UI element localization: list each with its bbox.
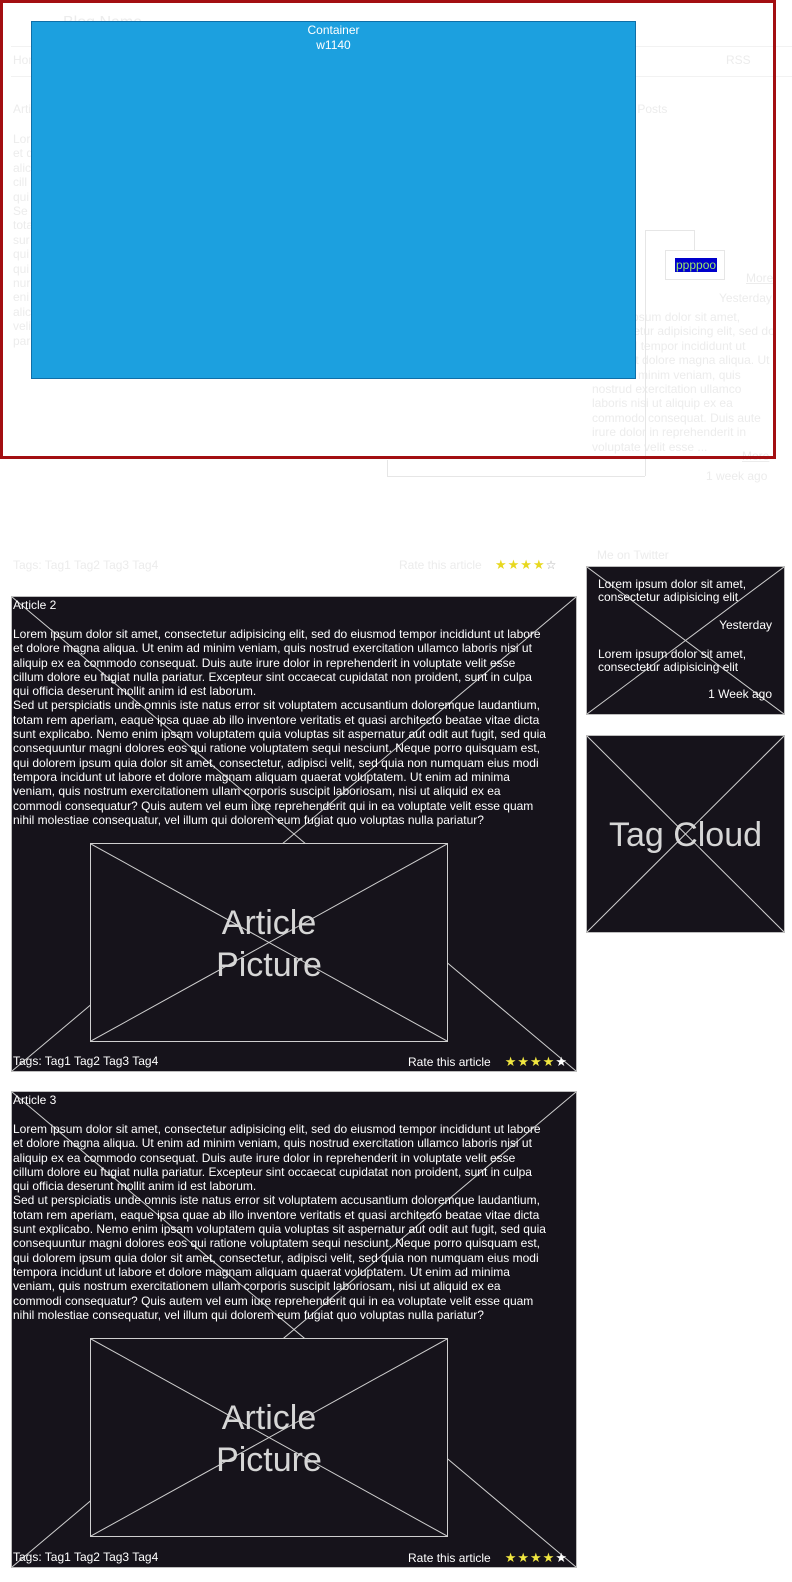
star-empty-icon[interactable]: ★ <box>555 1054 568 1069</box>
article-tags: Tags: Tag1 Tag2 Tag3 Tag4 <box>13 558 159 572</box>
connector-arrow <box>387 460 388 476</box>
article-title: Article 3 <box>13 1093 57 1107</box>
article-title: Article 2 <box>13 598 57 612</box>
article-picture: Article Picture <box>90 1338 448 1537</box>
rate-label: Rate this article <box>408 1551 491 1565</box>
container-title: Container <box>307 23 360 37</box>
tweet-time: Yesterday <box>719 618 772 632</box>
connector-line <box>387 476 645 477</box>
post-time: 1 week ago <box>706 469 768 483</box>
article-picture: Article Picture <box>90 843 448 1042</box>
tweet-time: 1 Week ago <box>708 687 772 701</box>
selected-label[interactable]: ppppoo <box>675 258 718 272</box>
rating-stars[interactable]: ★★★★ <box>505 1550 556 1565</box>
rate-label: Rate this article <box>399 558 482 572</box>
twitter-heading: Me on Twitter <box>597 548 669 562</box>
label-box: ppppoo <box>665 250 725 280</box>
article-body: Lorem ipsum dolor sit amet, consectetur … <box>13 1122 546 1322</box>
article-tags[interactable]: Tags: Tag1 Tag2 Tag3 Tag4 <box>13 1550 158 1566</box>
picture-label: Article Picture <box>216 904 322 984</box>
picture-label: Article Picture <box>216 1399 322 1479</box>
rating-stars[interactable]: ★★★★☆ <box>495 557 556 573</box>
tweet-text: Lorem ipsum dolor sit amet, consectetur … <box>598 577 747 604</box>
tag-cloud-label: Tag Cloud <box>608 816 763 854</box>
twitter-widget: Lorem ipsum dolor sit amet, consectetur … <box>586 566 785 715</box>
article-body: Lorem ipsum dolor sit amet, consectetur … <box>13 627 546 827</box>
rate-label: Rate this article <box>408 1055 491 1069</box>
tag-cloud: Tag Cloud <box>586 735 785 933</box>
rating-stars[interactable]: ★★★★ <box>505 1054 556 1069</box>
article-card: Article 2 Lorem ipsum dolor sit amet, co… <box>11 596 577 1072</box>
container-block[interactable]: Container w1140 <box>31 21 636 379</box>
star-empty-icon[interactable]: ★ <box>555 1550 568 1565</box>
tweet-text: Lorem ipsum dolor sit amet, consectetur … <box>598 647 747 674</box>
article-card: Article 3 Lorem ipsum dolor sit amet, co… <box>11 1091 577 1568</box>
container-width: w1140 <box>316 38 351 52</box>
article-tags[interactable]: Tags: Tag1 Tag2 Tag3 Tag4 <box>13 1054 158 1070</box>
